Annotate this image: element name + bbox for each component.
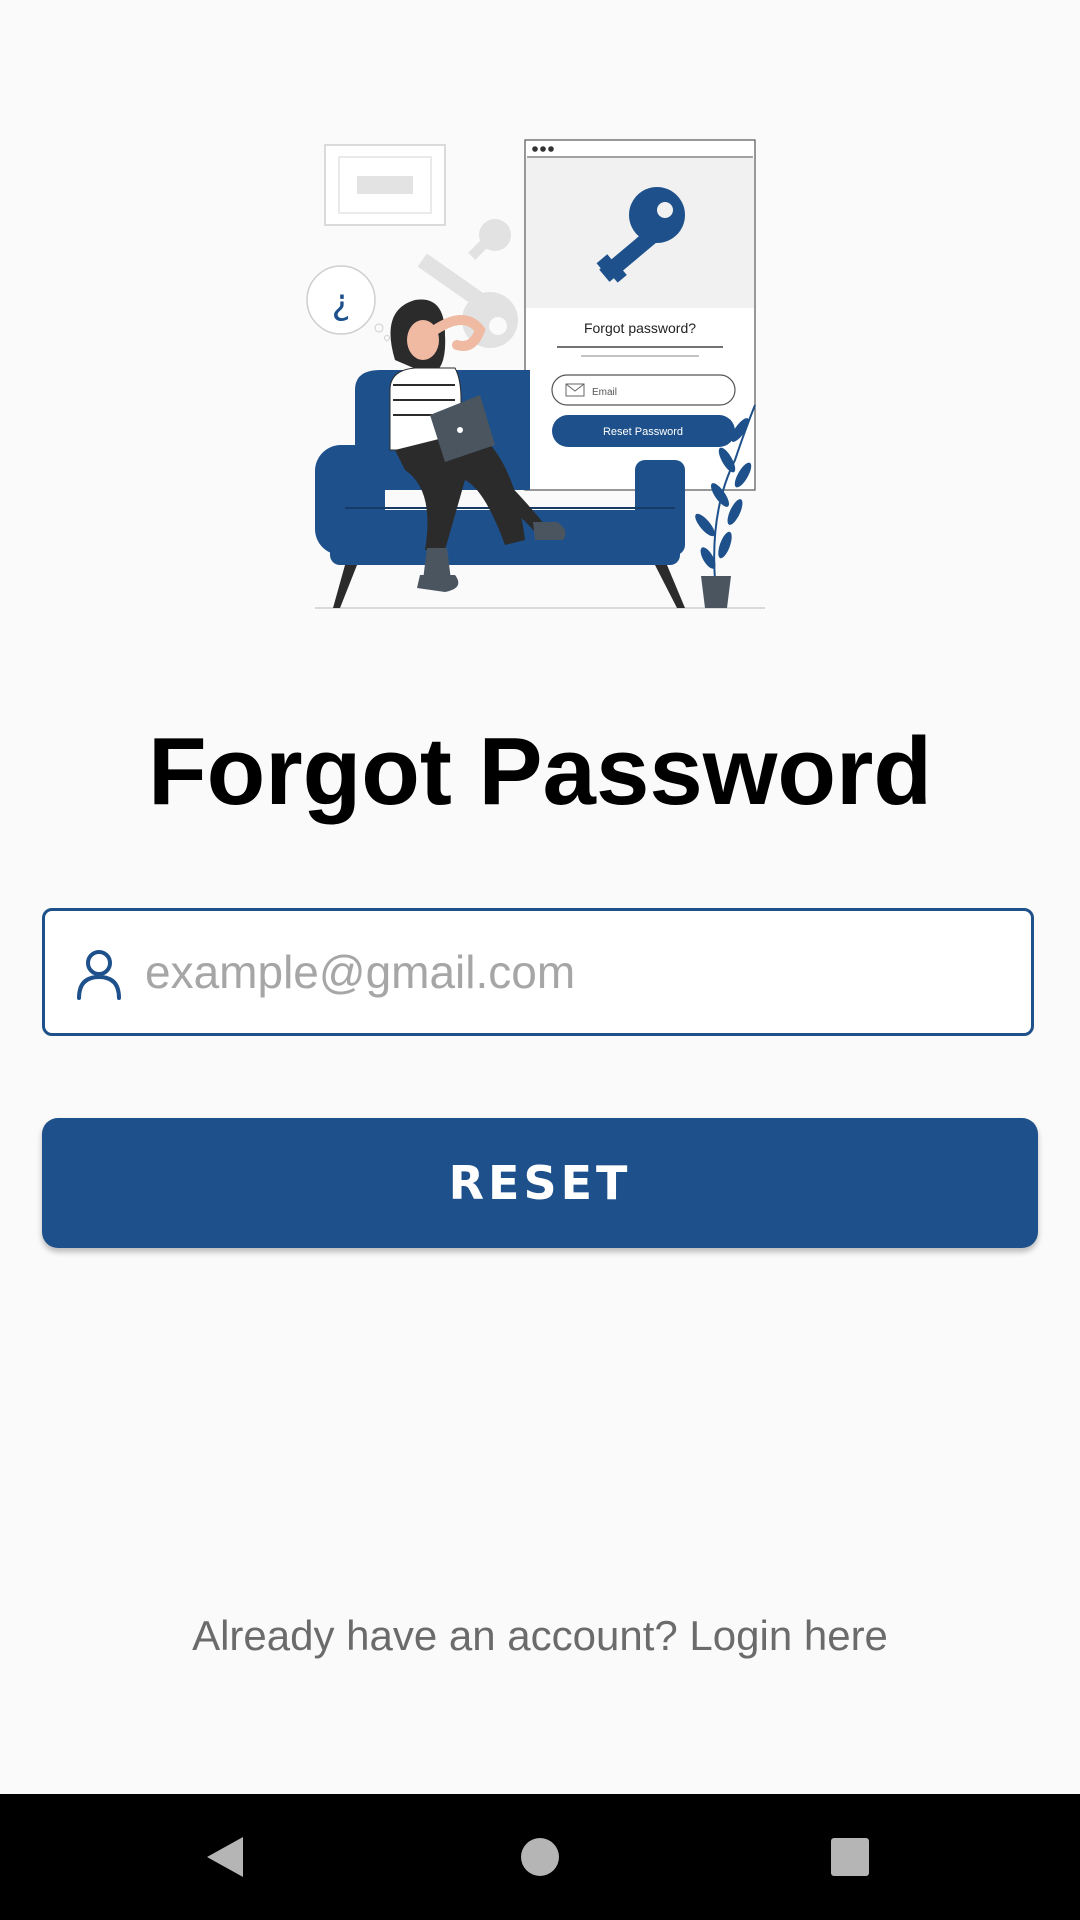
svg-text:Reset Password: Reset Password [603, 426, 683, 438]
phone-mockup: Forgot password? Email Reset Password [524, 139, 756, 491]
svg-text:Forgot password?: Forgot password? [584, 320, 696, 336]
email-input[interactable] [145, 911, 1005, 1033]
back-triangle-icon [207, 1837, 243, 1877]
picture-frame-icon [324, 144, 446, 226]
user-icon [77, 950, 121, 1000]
home-circle-icon [521, 1838, 559, 1876]
nav-home-button[interactable] [480, 1794, 600, 1920]
email-field[interactable] [42, 908, 1034, 1036]
navigation-bar [0, 1794, 1080, 1920]
nav-back-button[interactable] [165, 1794, 285, 1920]
svg-text:Email: Email [592, 387, 617, 398]
forgot-password-screen: ¿ Forgot password? Email Reset Password … [0, 0, 1080, 1920]
page-title: Forgot Password [147, 718, 933, 825]
recent-square-icon [831, 1838, 869, 1876]
svg-text:¿: ¿ [331, 282, 350, 323]
login-link[interactable]: Already have an account? Login here [0, 1608, 1080, 1664]
nav-recent-button[interactable] [790, 1794, 910, 1920]
forgot-password-illustration: ¿ Forgot password? Email Reset Password [306, 139, 765, 609]
reset-button[interactable]: RESET [42, 1118, 1038, 1248]
thought-bubble-icon: ¿ [306, 265, 390, 341]
